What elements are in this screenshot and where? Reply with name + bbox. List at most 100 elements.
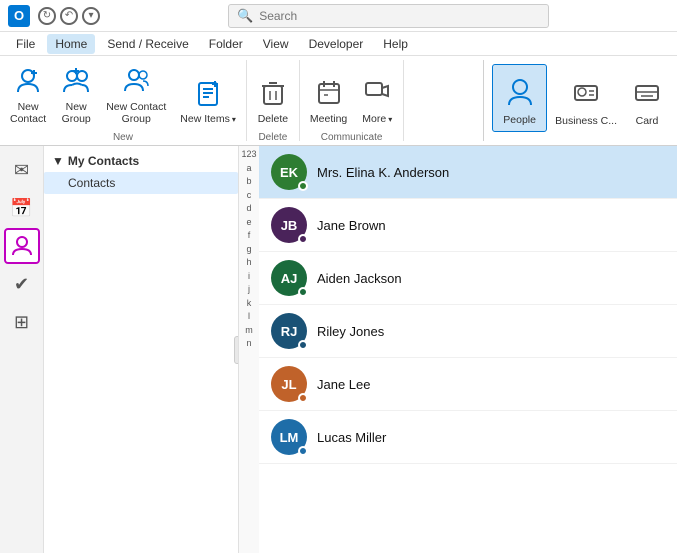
ribbon-new-label: New (4, 130, 242, 145)
new-contact-group-label: New ContactGroup (106, 101, 166, 126)
ribbon-view-buttons: People Business C... (492, 64, 669, 137)
alpha-m[interactable]: m (245, 324, 253, 338)
sync-icon[interactable]: ↻ (38, 7, 56, 25)
avatar-status-dot (298, 446, 308, 456)
ribbon-communicate-section: Meeting More ▾ Communicate (300, 60, 404, 141)
contacts-panel: EK Mrs. Elina K. Anderson JB Jane Brown … (259, 146, 677, 553)
menu-developer[interactable]: Developer (301, 34, 372, 54)
contact-item[interactable]: EK Mrs. Elina K. Anderson (259, 146, 677, 199)
ribbon-delete-section: Delete Delete (247, 60, 300, 141)
quick-access-icon[interactable]: ▾ (82, 7, 100, 25)
nav-tasks[interactable]: ✔ (4, 266, 40, 302)
alpha-k[interactable]: k (247, 297, 252, 311)
more-label: More ▾ (362, 113, 392, 126)
avatar-status-dot (298, 287, 308, 297)
alpha-h[interactable]: h (246, 256, 251, 270)
app-layout: ✉ 📅 ✔ ⊞ ‹ ▼ My Contacts Contacts 123 a b… (0, 146, 677, 553)
nav-calendar[interactable]: 📅 (4, 190, 40, 226)
new-contact-icon (14, 66, 42, 99)
contact-name: Riley Jones (317, 324, 384, 339)
people-view-button[interactable]: People (492, 64, 547, 132)
card-view-icon (632, 78, 662, 113)
delete-button[interactable]: Delete (251, 62, 295, 130)
nav-apps[interactable]: ⊞ (4, 304, 40, 340)
more-button[interactable]: More ▾ (355, 62, 399, 130)
search-icon: 🔍 (237, 8, 253, 24)
undo-icon[interactable]: ↶ (60, 7, 78, 25)
card-view-button[interactable]: Card (625, 64, 669, 132)
app-logo: O (8, 5, 30, 27)
folder-item-contacts[interactable]: Contacts (44, 172, 238, 194)
contact-item[interactable]: RJ Riley Jones (259, 305, 677, 358)
alpha-j[interactable]: j (248, 283, 250, 297)
contact-item[interactable]: JB Jane Brown (259, 199, 677, 252)
meeting-icon (315, 78, 343, 111)
meeting-label: Meeting (310, 113, 347, 126)
ribbon-communicate-label: Communicate (304, 130, 399, 145)
business-card-view-label: Business C... (555, 115, 617, 128)
alpha-f[interactable]: f (248, 229, 251, 243)
contact-name: Jane Lee (317, 377, 371, 392)
search-bar: 🔍 (228, 4, 549, 28)
folder-chevron-icon: ▼ (52, 154, 64, 168)
contact-avatar: AJ (271, 260, 307, 296)
folder-group-my-contacts: ▼ My Contacts Contacts (44, 146, 238, 198)
menu-file[interactable]: File (8, 34, 43, 54)
menu-bar: File Home Send / Receive Folder View Dev… (0, 32, 677, 56)
title-bar: O ↻ ↶ ▾ 🔍 (0, 0, 677, 32)
ribbon-delete-label: Delete (251, 130, 295, 145)
folder-panel: ‹ ▼ My Contacts Contacts (44, 146, 239, 553)
menu-view[interactable]: View (255, 34, 297, 54)
menu-help[interactable]: Help (375, 34, 416, 54)
contact-avatar: RJ (271, 313, 307, 349)
folder-collapse-button[interactable]: ‹ (234, 336, 239, 364)
new-items-button[interactable]: New Items ▾ (174, 62, 242, 130)
ribbon-new-section: NewContact NewGroup (0, 60, 247, 141)
alphabet-sidebar: 123 a b c d e f g h i j k l m n (239, 146, 259, 553)
folder-group-header-my-contacts[interactable]: ▼ My Contacts (44, 150, 238, 172)
contact-name: Mrs. Elina K. Anderson (317, 165, 449, 180)
contact-item[interactable]: LM Lucas Miller (259, 411, 677, 464)
new-contact-group-button[interactable]: New ContactGroup (100, 62, 172, 130)
new-contact-button[interactable]: NewContact (4, 62, 52, 130)
search-input[interactable] (259, 9, 540, 23)
alpha-123[interactable]: 123 (241, 148, 256, 162)
nav-mail[interactable]: ✉ (4, 152, 40, 188)
folder-group-label: My Contacts (68, 154, 139, 168)
alpha-d[interactable]: d (246, 202, 251, 216)
new-items-icon (194, 78, 222, 111)
contact-name: Aiden Jackson (317, 271, 402, 286)
alpha-i[interactable]: i (248, 270, 250, 284)
contact-item[interactable]: AJ Aiden Jackson (259, 252, 677, 305)
alpha-b[interactable]: b (246, 175, 251, 189)
nav-contacts[interactable] (4, 228, 40, 264)
people-view-icon (505, 77, 535, 112)
avatar-status-dot (298, 393, 308, 403)
title-bar-icons: ↻ ↶ ▾ (38, 7, 100, 25)
menu-send-receive[interactable]: Send / Receive (99, 34, 196, 54)
card-view-label: Card (636, 115, 659, 128)
avatar-status-dot (298, 340, 308, 350)
alpha-a[interactable]: a (246, 162, 251, 176)
avatar-status-dot (298, 234, 308, 244)
business-card-view-button[interactable]: Business C... (549, 64, 623, 132)
alpha-l[interactable]: l (248, 310, 250, 324)
people-view-label: People (503, 114, 536, 127)
alpha-c[interactable]: c (247, 189, 252, 203)
alpha-n[interactable]: n (246, 337, 251, 351)
nav-sidebar: ✉ 📅 ✔ ⊞ (0, 146, 44, 553)
contact-item[interactable]: JL Jane Lee (259, 358, 677, 411)
menu-folder[interactable]: Folder (201, 34, 251, 54)
new-group-button[interactable]: NewGroup (54, 62, 98, 130)
delete-label: Delete (258, 113, 288, 126)
meeting-button[interactable]: Meeting (304, 62, 353, 130)
contact-avatar: JB (271, 207, 307, 243)
new-contact-group-icon (122, 66, 150, 99)
alpha-g[interactable]: g (246, 243, 251, 257)
more-icon (363, 78, 391, 111)
new-group-icon (62, 66, 90, 99)
avatar-status-dot (298, 181, 308, 191)
alpha-e[interactable]: e (246, 216, 251, 230)
menu-home[interactable]: Home (47, 34, 95, 54)
new-contact-label: NewContact (10, 101, 46, 126)
